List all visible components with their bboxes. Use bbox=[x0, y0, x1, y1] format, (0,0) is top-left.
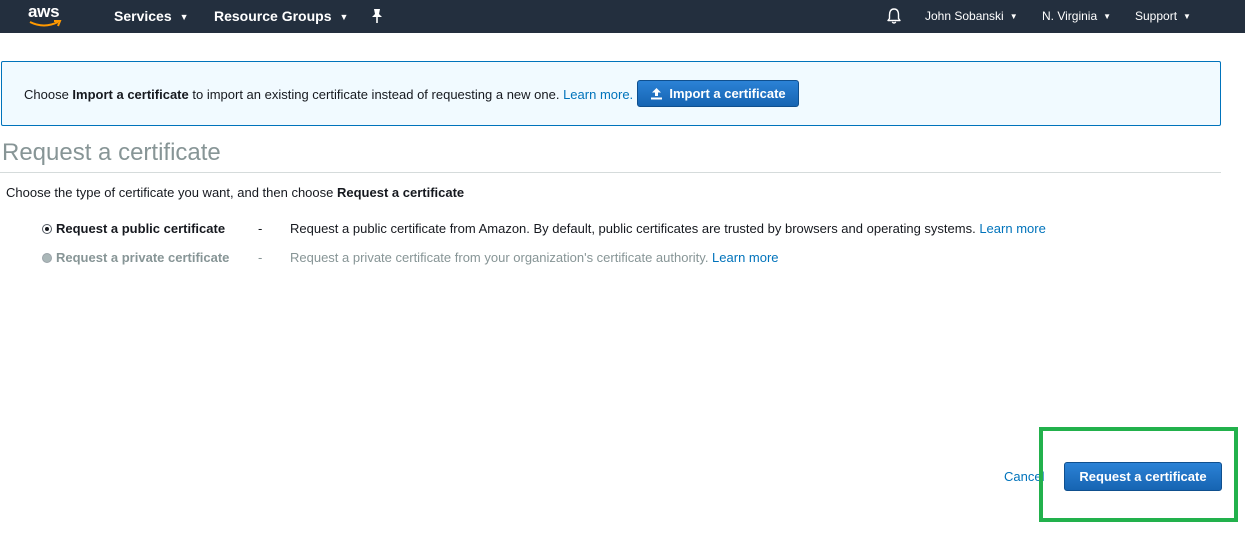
user-menu-label: John Sobanski bbox=[925, 9, 1004, 23]
cancel-link[interactable]: Cancel bbox=[1004, 469, 1044, 484]
resource-groups-menu[interactable]: Resource Groups ▼ bbox=[214, 0, 348, 33]
aws-smile-icon bbox=[29, 20, 62, 27]
public-certificate-learn-more-link[interactable]: Learn more bbox=[979, 221, 1045, 236]
public-certificate-label[interactable]: Request a public certificate bbox=[56, 221, 225, 236]
title-divider bbox=[0, 172, 1221, 173]
banner-bold-text: Import a certificate bbox=[72, 87, 189, 102]
private-certificate-description: Request a private certificate from your … bbox=[290, 250, 779, 265]
import-certificate-button[interactable]: Import a certificate bbox=[637, 80, 799, 107]
option-separator: - bbox=[258, 250, 263, 265]
notification-bell-icon[interactable] bbox=[885, 7, 903, 25]
chevron-down-icon: ▼ bbox=[179, 12, 189, 22]
import-certificate-button-label: Import a certificate bbox=[669, 86, 786, 101]
aws-logo[interactable]: aws bbox=[26, 2, 66, 30]
services-menu[interactable]: Services ▼ bbox=[114, 0, 189, 33]
public-certificate-radio[interactable] bbox=[42, 224, 52, 234]
option-separator: - bbox=[258, 221, 263, 236]
support-menu[interactable]: Support ▼ bbox=[1135, 0, 1191, 33]
chevron-down-icon: ▼ bbox=[339, 12, 349, 22]
private-certificate-learn-more-link[interactable]: Learn more bbox=[712, 250, 778, 265]
public-certificate-description: Request a public certificate from Amazon… bbox=[290, 221, 1046, 236]
banner-message: Choose Import a certificate to import an… bbox=[24, 87, 634, 102]
banner-learn-more-link[interactable]: Learn more. bbox=[563, 87, 633, 102]
pin-icon[interactable] bbox=[370, 8, 384, 24]
user-menu[interactable]: John Sobanski ▼ bbox=[925, 0, 1018, 33]
instruction-bold-text: Request a certificate bbox=[337, 185, 465, 200]
region-menu[interactable]: N. Virginia ▼ bbox=[1042, 0, 1111, 33]
page-title: Request a certificate bbox=[2, 139, 221, 166]
instruction-text: Choose the type of certificate you want,… bbox=[6, 185, 465, 200]
chevron-down-icon: ▼ bbox=[1183, 12, 1191, 21]
chevron-down-icon: ▼ bbox=[1103, 12, 1112, 21]
private-certificate-label[interactable]: Request a private certificate bbox=[56, 250, 229, 265]
support-menu-label: Support bbox=[1135, 9, 1178, 23]
chevron-down-icon: ▼ bbox=[1009, 12, 1018, 21]
resource-groups-menu-label: Resource Groups bbox=[214, 8, 332, 24]
private-certificate-radio[interactable] bbox=[42, 253, 52, 263]
request-certificate-button[interactable]: Request a certificate bbox=[1064, 462, 1222, 491]
upload-icon bbox=[651, 88, 663, 100]
services-menu-label: Services bbox=[114, 8, 172, 24]
region-menu-label: N. Virginia bbox=[1042, 9, 1098, 23]
import-info-banner: Choose Import a certificate to import an… bbox=[1, 61, 1221, 126]
top-navigation-bar: aws Services ▼ Resource Groups ▼ John Soba… bbox=[0, 0, 1245, 33]
